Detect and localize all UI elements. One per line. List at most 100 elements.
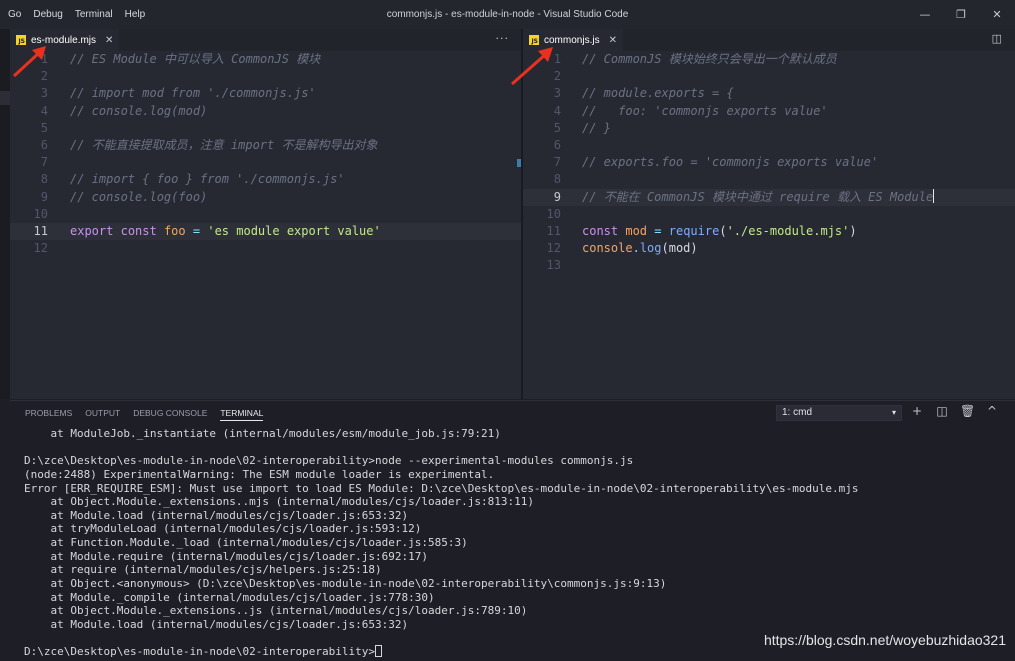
code-text: // module.exports = {	[582, 86, 734, 101]
line-number: 6	[40, 137, 48, 152]
terminal-line: Error [ERR_REQUIRE_ESM]: Must use import…	[24, 481, 859, 495]
code-line: 11 const mod = require('./es-module.mjs')	[523, 223, 1015, 240]
function-name: require	[668, 223, 720, 238]
terminal-line: at require (internal/modules/cjs/helpers…	[24, 563, 382, 577]
operator: =	[654, 223, 662, 238]
code-line: 7 // exports.foo = 'commonjs exports valu…	[523, 154, 1015, 171]
split-terminal-icon[interactable]: ◫	[935, 404, 949, 418]
more-actions-icon[interactable]: ···	[496, 32, 510, 45]
split-editor-icon[interactable]: ◫	[992, 32, 1003, 45]
terminal-line: at Object.<anonymous> (D:\zce\Desktop\es…	[24, 577, 667, 591]
code-line: 5	[10, 120, 521, 137]
line-number: 4	[553, 103, 561, 118]
terminal-select[interactable]: 1: cmd ▾	[776, 405, 902, 421]
terminal-line: at ModuleJob._instantiate (internal/modu…	[24, 427, 501, 440]
code-text: // }	[582, 120, 611, 135]
string-literal: 'es module export value'	[207, 223, 381, 238]
code-line: 4 // console.log(mod)	[10, 103, 521, 120]
code-text: // import { foo } from './commonjs.js'	[70, 172, 345, 187]
code-text: // console.log(foo)	[70, 189, 208, 204]
code-text: // exports.foo = 'commonjs exports value…	[582, 155, 879, 170]
code-line: 3 // import mod from './commonjs.js'	[10, 85, 521, 102]
terminal-line: at Module.load (internal/modules/cjs/loa…	[24, 508, 409, 522]
line-number: 7	[553, 155, 561, 170]
code-area[interactable]: 1// ES Module 中可以导入 CommonJS 模块 2 3 // im…	[10, 51, 521, 257]
terminal-line: (node:2488) ExperimentalWarning: The ESM…	[24, 467, 495, 481]
terminal-prompt-line: D:\zce\Desktop\es-module-in-node\02-inte…	[24, 645, 858, 659]
activity-bar	[0, 29, 10, 399]
code-line: 5 // }	[523, 120, 1015, 137]
line-number: 12	[33, 241, 48, 256]
code-line: 1// ES Module 中可以导入 CommonJS 模块	[10, 51, 521, 68]
close-window-icon[interactable]: ✕	[979, 0, 1015, 29]
identifier: console	[582, 241, 633, 256]
code-line: 8	[523, 171, 1015, 188]
terminal-line: at Object.Module._extensions..js (intern…	[24, 604, 528, 618]
window-title: commonjs.js - es-module-in-node - Visual…	[386, 9, 629, 20]
line-number: 8	[553, 172, 561, 187]
keyword: const	[582, 223, 619, 238]
code-line: 7	[10, 154, 521, 171]
code-line: 4 // foo: 'commonjs exports value'	[523, 103, 1015, 120]
tab-bar-left: JS es-module.mjs ✕ ···	[10, 29, 521, 51]
code-text: export const foo = 'es module export val…	[70, 223, 381, 240]
code-line: 6	[523, 137, 1015, 154]
window-controls: — ❐ ✕	[907, 0, 1015, 29]
line-number: 8	[40, 172, 48, 187]
line-number: 10	[33, 206, 48, 221]
bottom-panel: PROBLEMS OUTPUT DEBUG CONSOLE TERMINAL 1…	[10, 400, 1015, 661]
code-line: 12	[10, 240, 521, 257]
tab-debug-console[interactable]: DEBUG CONSOLE	[133, 408, 207, 418]
tab-problems[interactable]: PROBLEMS	[25, 408, 72, 418]
code-line-current: 9 // 不能在 CommonJS 模块中通过 require 载入 ES Mod…	[523, 188, 1015, 206]
code-text: // import mod from './commonjs.js'	[70, 86, 316, 101]
chevron-down-icon: ▾	[891, 408, 896, 417]
code-line-current: 11 export const foo = 'es module export v…	[10, 222, 521, 241]
line-number: 4	[40, 103, 48, 118]
code-line: 2	[10, 68, 521, 85]
code-line: 10	[10, 206, 521, 223]
terminal-cursor	[375, 645, 382, 658]
operator: =	[192, 223, 201, 238]
keyword: export	[70, 223, 114, 238]
tab-output[interactable]: OUTPUT	[85, 408, 120, 418]
restore-icon[interactable]: ❐	[943, 0, 979, 29]
identifier: mod	[625, 223, 648, 238]
line-number: 6	[553, 137, 561, 152]
terminal-prompt: D:\zce\Desktop\es-module-in-node\02-inte…	[24, 645, 375, 659]
comment: // 不能在 CommonJS 模块中通过 require 载入 ES Modu…	[582, 189, 934, 204]
code-text: // ES Module 中可以导入 CommonJS 模块	[70, 52, 321, 66]
tab-terminal[interactable]: TERMINAL	[220, 408, 264, 421]
terminal-output[interactable]: at ModuleJob._instantiate (internal/modu…	[24, 427, 858, 659]
line-number: 7	[40, 155, 48, 170]
minimize-icon[interactable]: —	[907, 0, 943, 29]
paren: (	[719, 223, 727, 238]
line-number: 3	[40, 86, 48, 101]
new-terminal-icon[interactable]: +	[910, 404, 924, 418]
code-line: 12 console.log(mod)	[523, 240, 1015, 257]
line-number: 12	[546, 241, 561, 256]
editor-left[interactable]: JS es-module.mjs ✕ ··· 1// ES Module 中可以…	[10, 29, 521, 399]
terminal-select-value: 1: cmd	[782, 407, 813, 418]
paren: (	[661, 241, 669, 256]
keyword: const	[120, 223, 157, 238]
editor-right[interactable]: JS commonjs.js ✕ ◫ 1// CommonJS 模块始终只会导出…	[523, 29, 1015, 399]
text-cursor	[933, 188, 935, 203]
code-line: 9 // console.log(foo)	[10, 189, 521, 206]
code-area[interactable]: 1// CommonJS 模块始终只会导出一个默认成员 2 3// module…	[523, 51, 1015, 274]
code-line: 3// module.exports = {	[523, 85, 1015, 102]
terminal-line: at Module._compile (internal/modules/cjs…	[24, 590, 435, 604]
line-number: 9	[40, 189, 48, 204]
close-icon[interactable]: ✕	[105, 35, 113, 46]
line-number: 9	[553, 189, 561, 204]
close-icon[interactable]: ✕	[609, 35, 617, 46]
trash-icon[interactable]: 🗑	[960, 404, 975, 418]
title-bar: Go Debug Terminal Help commonjs.js - es-…	[0, 0, 1015, 29]
terminal-line: at Object.Module._extensions..mjs (inter…	[24, 495, 534, 509]
line-number: 5	[553, 120, 561, 135]
code-text: // 不能直接提取成员，注意 import 不是解构导出对象	[70, 137, 378, 152]
chevron-up-icon[interactable]: ^	[985, 404, 999, 418]
line-number: 10	[546, 206, 561, 221]
